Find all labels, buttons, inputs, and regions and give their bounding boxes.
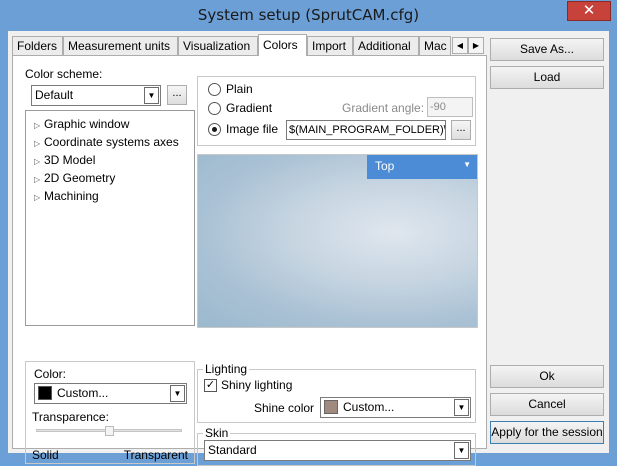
image-file-browse-button[interactable]: ... — [451, 120, 471, 140]
shiny-lighting-checkbox[interactable]: ✓ — [204, 379, 217, 392]
tree-item-machining[interactable]: ▷ Machining — [34, 189, 99, 203]
lighting-group-title: Lighting — [203, 362, 250, 376]
tab-scroll-left-icon[interactable]: ◀ — [452, 37, 468, 54]
shine-color-label: Shine color — [254, 401, 315, 415]
color-transparence-group: Color: Custom... ▼ Transparence: Solid T… — [25, 361, 195, 464]
tree-item-2d-geometry[interactable]: ▷ 2D Geometry — [34, 171, 115, 185]
gradient-radio[interactable] — [208, 102, 221, 115]
title-bar[interactable]: System setup (SprutCAM.cfg) ✕ — [0, 0, 617, 30]
expand-icon[interactable]: ▷ — [34, 139, 44, 148]
color-tree[interactable]: ▷ Graphic window ▷ Coordinate systems axes… — [25, 110, 195, 326]
skin-value: Standard — [208, 443, 257, 457]
preview-position-select[interactable]: Top ▼ — [367, 155, 477, 179]
expand-icon[interactable]: ▷ — [34, 121, 44, 130]
tree-item-label: 2D Geometry — [44, 171, 116, 185]
tab-scroll-right-icon[interactable]: ▶ — [468, 37, 484, 54]
transparence-slider-thumb[interactable] — [104, 426, 114, 436]
dialog-client: Folders Measurement units Visualization … — [8, 31, 609, 466]
tab-measurement-units[interactable]: Measurement units — [63, 36, 178, 55]
tab-additional[interactable]: Additional — [353, 36, 419, 55]
save-as-button[interactable]: Save As... — [490, 38, 604, 61]
tab-colors[interactable]: Colors — [258, 34, 307, 56]
tab-strip: Folders Measurement units Visualization … — [12, 34, 492, 56]
expand-icon[interactable]: ▷ — [34, 157, 44, 166]
shine-color-value: Custom... — [343, 400, 395, 414]
gradient-label: Gradient — [226, 101, 273, 115]
transparence-label: Transparence: — [32, 410, 109, 424]
expand-icon[interactable]: ▷ — [34, 175, 44, 184]
apply-for-session-button[interactable]: Apply for the session — [490, 421, 604, 444]
color-scheme-browse-button[interactable]: ... — [167, 85, 187, 105]
colors-tab-page: Color scheme: Default ▼ ... ▷ Graphic win… — [12, 55, 487, 466]
tab-folders[interactable]: Folders — [12, 36, 63, 55]
ok-button[interactable]: Ok — [490, 365, 604, 388]
chevron-down-icon: ▼ — [454, 442, 469, 459]
chevron-down-icon: ▼ — [454, 399, 469, 416]
gradient-angle-input[interactable]: -90 — [427, 97, 473, 117]
tab-machine[interactable]: Mac — [419, 36, 451, 55]
gradient-angle-label: Gradient angle: — [342, 101, 425, 115]
background-source-group: Plain Gradient Gradient angle: -90 Image… — [197, 76, 476, 146]
tree-item-3d-model[interactable]: ▷ 3D Model — [34, 153, 95, 167]
skin-group: Skin Standard ▼ — [197, 426, 476, 466]
background-preview: Top ▼ — [197, 154, 478, 328]
close-button[interactable]: ✕ — [567, 1, 611, 21]
lighting-group: Lighting ✓ Shiny lighting Shine color Cu… — [197, 362, 476, 423]
image-file-radio[interactable] — [208, 123, 221, 136]
skin-group-title: Skin — [203, 426, 231, 440]
color-value: Custom... — [57, 386, 109, 400]
close-icon: ✕ — [582, 2, 596, 19]
tree-item-label: Machining — [44, 189, 99, 203]
tree-item-label: Graphic window — [44, 117, 130, 131]
tab-visualization[interactable]: Visualization — [178, 36, 258, 55]
expand-icon[interactable]: ▷ — [34, 193, 44, 202]
skin-select[interactable]: Standard ▼ — [204, 440, 471, 461]
tree-item-label: 3D Model — [44, 153, 96, 167]
color-scheme-label: Color scheme: — [25, 67, 103, 81]
color-swatch — [38, 386, 52, 400]
tab-import[interactable]: Import — [307, 36, 353, 55]
tree-item-graphic-window[interactable]: ▷ Graphic window — [34, 117, 129, 131]
chevron-down-icon: ▼ — [463, 160, 471, 169]
color-scheme-select[interactable]: Default ▼ — [31, 85, 161, 106]
plain-label: Plain — [226, 82, 253, 96]
load-button[interactable]: Load — [490, 66, 604, 89]
solid-label: Solid — [32, 448, 59, 462]
image-file-path-input[interactable]: $(MAIN_PROGRAM_FOLDER)\ — [286, 120, 446, 140]
shine-color-swatch — [324, 400, 338, 414]
cancel-button[interactable]: Cancel — [490, 393, 604, 416]
window-title: System setup (SprutCAM.cfg) — [197, 6, 420, 24]
color-label: Color: — [34, 367, 67, 381]
color-scheme-value: Default — [35, 88, 74, 102]
shiny-lighting-label: Shiny lighting — [221, 378, 293, 392]
chevron-down-icon: ▼ — [170, 385, 185, 402]
tree-item-label: Coordinate systems axes — [44, 135, 179, 149]
chevron-down-icon: ▼ — [144, 87, 159, 104]
shine-color-select[interactable]: Custom... ▼ — [320, 397, 471, 418]
color-select[interactable]: Custom... ▼ — [34, 383, 187, 404]
transparent-label: Transparent — [123, 448, 188, 462]
dialog-window: System setup (SprutCAM.cfg) ✕ Folders Me… — [0, 0, 617, 466]
image-file-label: Image file — [226, 122, 279, 136]
plain-radio[interactable] — [208, 83, 221, 96]
tree-item-coordinate-systems-axes[interactable]: ▷ Coordinate systems axes — [34, 135, 179, 149]
preview-position-value: Top — [375, 159, 395, 173]
